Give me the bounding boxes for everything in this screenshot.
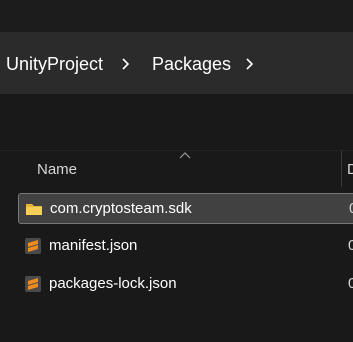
breadcrumb-item-unityproject[interactable]: UnityProject [6, 54, 103, 74]
chevron-right-icon[interactable] [118, 56, 132, 72]
column-header-date-modified[interactable]: D [347, 162, 353, 178]
sort-ascending-icon[interactable] [179, 151, 191, 159]
file-date-modified: 0 [348, 237, 353, 254]
file-row-com-cryptosteam-sdk[interactable]: com.cryptosteam.sdk 0 [18, 193, 353, 224]
file-row-packages-lock-json[interactable]: packages-lock.json 0 [18, 269, 353, 300]
sublime-text-file-icon [25, 276, 41, 292]
file-date-modified: 0 [348, 275, 353, 292]
column-resize-handle[interactable] [341, 151, 342, 187]
file-name: com.cryptosteam.sdk [50, 200, 192, 217]
file-date-modified: 0 [349, 201, 353, 217]
folder-icon [26, 204, 42, 215]
sublime-text-file-icon [25, 238, 41, 254]
breadcrumb-item-packages[interactable]: Packages [152, 54, 231, 74]
chevron-right-icon[interactable] [242, 56, 256, 72]
toolbar-area [0, 94, 353, 150]
file-name: manifest.json [49, 237, 138, 254]
column-header-name[interactable]: Name [37, 162, 77, 178]
file-name: packages-lock.json [49, 275, 177, 292]
file-row-manifest-json[interactable]: manifest.json 0 [18, 231, 353, 262]
window-top-strip [0, 0, 353, 32]
